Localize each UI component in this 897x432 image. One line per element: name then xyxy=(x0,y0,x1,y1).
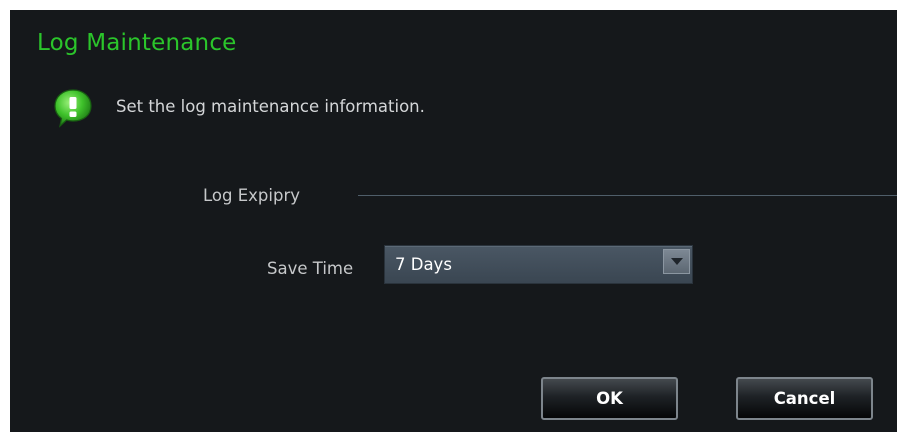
page-title: Log Maintenance xyxy=(37,30,237,56)
log-expiry-section-label: Log Expipry xyxy=(203,186,300,205)
chevron-down-icon[interactable] xyxy=(663,249,690,274)
save-time-value: 7 Days xyxy=(395,255,452,274)
save-time-label: Save Time xyxy=(267,259,354,278)
section-divider xyxy=(358,195,897,196)
cancel-button[interactable]: Cancel xyxy=(736,377,873,420)
ok-button[interactable]: OK xyxy=(541,377,678,420)
info-bubble-icon xyxy=(54,89,92,128)
save-time-select[interactable]: 7 Days xyxy=(384,245,693,284)
log-maintenance-panel: Log Maintenance Set the log maintenance … xyxy=(10,10,897,432)
info-text: Set the log maintenance information. xyxy=(116,97,425,116)
